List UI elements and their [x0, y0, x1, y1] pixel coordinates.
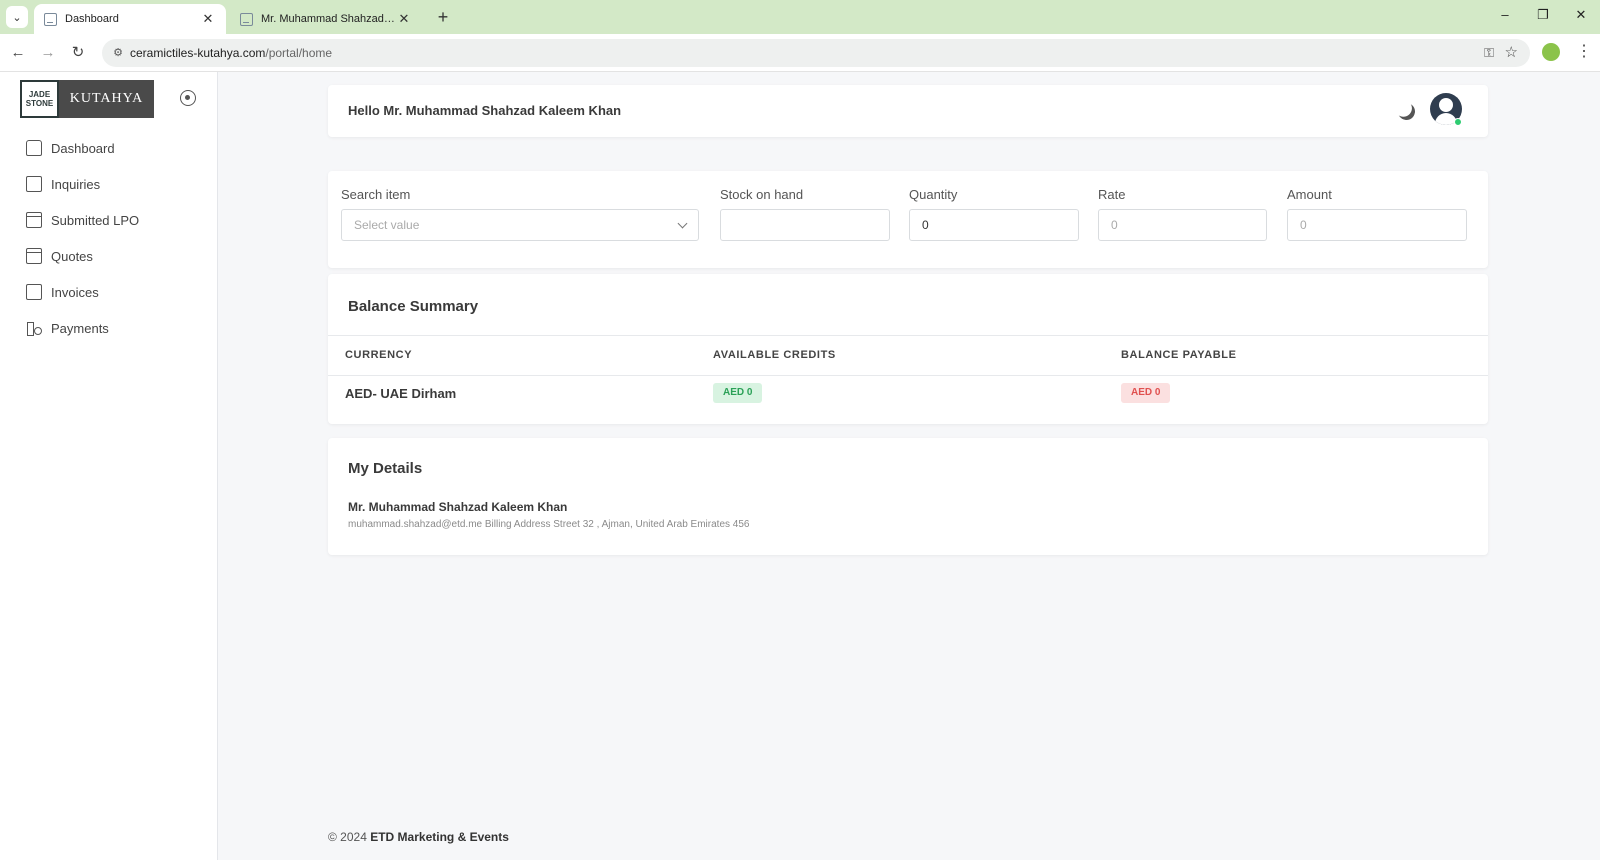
inquiry-icon — [26, 176, 42, 192]
browser-menu-icon[interactable]: ⋮ — [1576, 42, 1592, 62]
calendar-icon — [26, 248, 42, 264]
rate-label: Rate — [1098, 187, 1126, 202]
site-info-icon[interactable]: ⚙ — [111, 46, 125, 60]
close-window-icon[interactable]: ✕ — [1566, 7, 1596, 27]
sidebar-item-label: Inquiries — [51, 176, 101, 192]
url-path: /portal/home — [265, 46, 333, 60]
address-bar[interactable]: ⚙ ceramictiles-kutahya.com/portal/home ⚿… — [102, 39, 1530, 67]
home-icon — [26, 140, 42, 156]
sidebar-item-quotes[interactable]: Quotes — [26, 242, 93, 270]
column-header-currency: CURRENCY — [345, 349, 413, 361]
company-name: ETD Marketing & Events — [370, 830, 509, 844]
calendar-icon — [26, 212, 42, 228]
sidebar-item-dashboard[interactable]: Dashboard — [26, 134, 115, 162]
restore-window-icon[interactable]: ❐ — [1528, 7, 1558, 27]
sidebar-item-inquiries[interactable]: Inquiries — [26, 170, 100, 198]
currency-cell: AED- UAE Dirham — [345, 386, 457, 401]
balance-payable-badge: AED 0 — [1121, 383, 1171, 403]
back-arrow-icon[interactable]: ← — [8, 43, 28, 63]
select-placeholder: Select value — [354, 218, 420, 232]
column-header-balance-payable: BALANCE PAYABLE — [1121, 349, 1237, 361]
tab-title: Mr. Muhammad Shahzad Kaleem — [261, 13, 396, 25]
amount-label: Amount — [1287, 187, 1332, 202]
browser-tab-bar: ⌄ Dashboard ✕ Mr. Muhammad Shahzad Kalee… — [0, 0, 1600, 34]
payments-icon — [26, 320, 42, 336]
my-details-title: My Details — [348, 460, 423, 477]
forward-arrow-icon[interactable]: → — [38, 43, 58, 63]
tab-title: Dashboard — [65, 13, 119, 25]
quantity-label: Quantity — [909, 187, 958, 202]
minimize-window-icon[interactable]: – — [1490, 7, 1520, 27]
balance-summary-card: Balance Summary CURRENCY AVAILABLE CREDI… — [328, 274, 1488, 424]
stock-on-hand-label: Stock on hand — [720, 187, 804, 202]
table-divider — [328, 335, 1488, 336]
bookmark-star-icon[interactable]: ☆ — [1505, 43, 1518, 61]
sidebar-item-payments[interactable]: Payments — [26, 314, 109, 342]
sidebar-item-label: Dashboard — [51, 140, 115, 156]
amount-field[interactable]: 0 — [1287, 209, 1467, 241]
browser-tab-profile[interactable]: Mr. Muhammad Shahzad Kaleem ✕ — [230, 4, 422, 34]
my-details-card: My Details Mr. Muhammad Shahzad Kaleem K… — [328, 438, 1488, 555]
logo-text-stone: STONE — [25, 99, 54, 108]
quantity-field[interactable]: 0 — [909, 209, 1079, 241]
table-divider — [328, 375, 1488, 376]
new-tab-plus-icon[interactable]: + — [432, 6, 454, 28]
sidebar: JADE STONE KUTAHYA Dashboard Inquiries S… — [0, 72, 218, 860]
online-status-dot — [1454, 118, 1462, 126]
browser-tab-dashboard[interactable]: Dashboard ✕ — [34, 4, 226, 34]
sidebar-item-label: Payments — [51, 320, 109, 336]
jade-stone-logo: JADE STONE — [20, 80, 59, 118]
sidebar-item-label: Quotes — [51, 248, 93, 264]
company-logo[interactable]: JADE STONE KUTAHYA — [20, 80, 154, 118]
tab-search-chevron-icon[interactable]: ⌄ — [6, 6, 28, 28]
header-bar: Hello Mr. Muhammad Shahzad Kaleem Khan — [328, 85, 1488, 137]
close-tab-icon[interactable]: ✕ — [200, 11, 216, 27]
dark-mode-moon-icon[interactable] — [1396, 101, 1418, 123]
tab-favicon-icon — [240, 12, 253, 26]
greeting-text: Hello Mr. Muhammad Shahzad Kaleem Khan — [348, 103, 622, 118]
column-header-available-credits: AVAILABLE CREDITS — [713, 349, 836, 361]
reload-icon[interactable]: ↻ — [68, 43, 88, 63]
search-item-select[interactable]: Select value — [341, 209, 699, 241]
item-search-panel: Search item Select value Stock on hand Q… — [328, 171, 1488, 268]
browser-profile-icon[interactable] — [1542, 43, 1560, 61]
chevron-down-icon — [677, 218, 688, 229]
kutahya-logo: KUTAHYA — [59, 80, 154, 118]
browser-toolbar: ← → ↻ ⚙ ceramictiles-kutahya.com/portal/… — [0, 34, 1600, 72]
available-credits-badge: AED 0 — [713, 383, 763, 403]
search-item-label: Search item — [341, 187, 411, 202]
invoice-icon — [26, 284, 42, 300]
sidebar-toggle-icon[interactable] — [180, 90, 196, 106]
sidebar-item-invoices[interactable]: Invoices — [26, 278, 99, 306]
balance-summary-title: Balance Summary — [348, 298, 479, 315]
url-text: ceramictiles-kutahya.com/portal/home — [130, 46, 332, 60]
rate-field[interactable]: 0 — [1098, 209, 1267, 241]
close-tab-icon[interactable]: ✕ — [396, 11, 412, 27]
url-host: ceramictiles-kutahya.com — [130, 46, 266, 60]
sidebar-item-submitted-lpo[interactable]: Submitted LPO — [26, 206, 139, 234]
sidebar-item-label: Invoices — [51, 284, 99, 300]
tab-favicon-icon — [44, 12, 57, 26]
copyright-text: © 2024 — [328, 830, 367, 844]
footer: © 2024 ETD Marketing & Events — [328, 830, 509, 844]
customer-name: Mr. Muhammad Shahzad Kaleem Khan — [348, 500, 568, 514]
password-key-icon[interactable]: ⚿ — [1484, 45, 1494, 61]
stock-on-hand-field[interactable] — [720, 209, 890, 241]
sidebar-item-label: Submitted LPO — [51, 212, 140, 228]
logo-text-jade: JADE — [28, 90, 51, 99]
customer-contact-info: muhammad.shahzad@etd.me Billing Address … — [348, 519, 750, 530]
